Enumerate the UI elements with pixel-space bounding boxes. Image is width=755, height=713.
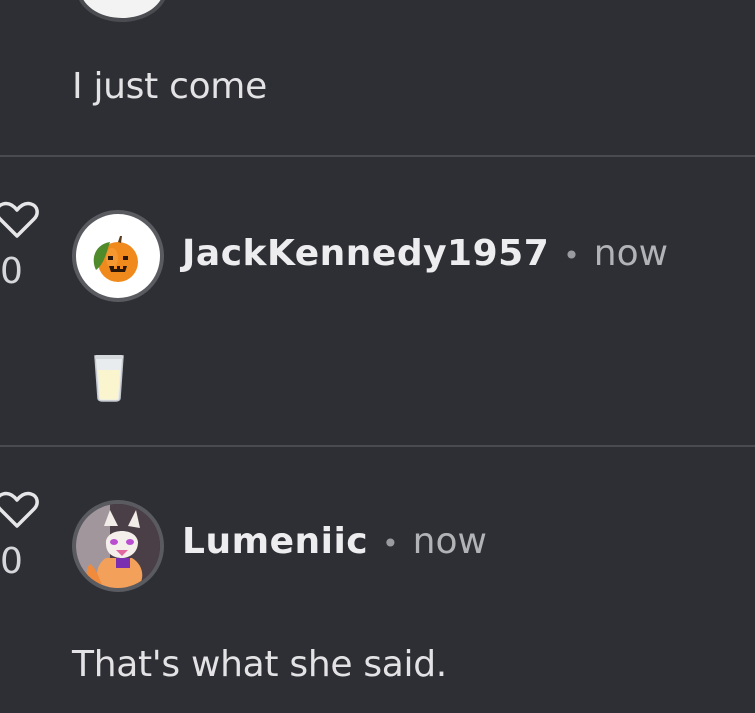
jack-o-lantern-orange-icon xyxy=(93,236,138,282)
comment-text: I just come xyxy=(72,66,267,107)
heart-icon[interactable] xyxy=(0,200,40,240)
username[interactable]: JackKennedy1957 xyxy=(182,236,549,272)
avatar[interactable] xyxy=(76,0,168,22)
separator-dot: • xyxy=(382,527,399,560)
comment-feed: I just come 0 JackKennedy1957 • now 0 Lu… xyxy=(0,0,755,713)
username[interactable]: Lumeniic xyxy=(182,524,368,560)
avatar[interactable] xyxy=(72,500,164,592)
timestamp: now xyxy=(593,233,669,274)
avatar[interactable] xyxy=(72,210,164,302)
comment-text: That's what she said. xyxy=(72,644,447,685)
like-count: 0 xyxy=(0,541,23,582)
like-count: 0 xyxy=(0,251,23,292)
timestamp: now xyxy=(412,521,487,562)
comment-header: JackKennedy1957 • now xyxy=(182,236,668,272)
divider xyxy=(0,155,755,157)
heart-icon[interactable] xyxy=(0,490,40,530)
fox-animatronic-avatar xyxy=(76,504,160,588)
milk-glass-emoji xyxy=(94,355,124,402)
divider xyxy=(0,445,755,447)
separator-dot: • xyxy=(563,239,580,272)
comment-header: Lumeniic • now xyxy=(182,524,487,560)
